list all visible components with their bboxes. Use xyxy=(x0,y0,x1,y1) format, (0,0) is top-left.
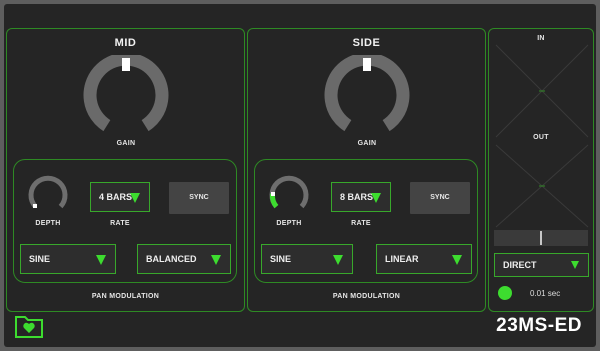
chevron-down-icon xyxy=(452,255,462,265)
mid-gain-label: GAIN xyxy=(116,140,136,147)
scope-panel: IN OUT DIRECT 0.01 sec xyxy=(488,28,594,312)
chevron-down-icon xyxy=(333,255,343,265)
side-depth-label: DEPTH xyxy=(276,220,302,227)
chevron-down-icon xyxy=(571,261,579,269)
mid-mode-value: BALANCED xyxy=(146,254,197,264)
side-mode-value: LINEAR xyxy=(385,254,419,264)
mid-sync-button[interactable]: SYNC xyxy=(169,182,229,214)
signal-led xyxy=(498,286,512,300)
side-rate-dropdown[interactable]: 8 BARS xyxy=(331,182,391,212)
time-readout: 0.01 sec xyxy=(530,289,561,298)
mid-rate-label: RATE xyxy=(110,220,130,227)
side-rate-label: RATE xyxy=(351,220,371,227)
mid-rate-dropdown[interactable]: 4 BARS xyxy=(90,182,150,212)
side-mode-dropdown[interactable]: LINEAR xyxy=(376,244,472,274)
mid-panel: MID GAIN DEPTH 4 BARS RATE SYNC SINE BAL… xyxy=(6,28,245,312)
side-depth-pointer xyxy=(271,192,275,196)
mid-section-label: PAN MODULATION xyxy=(91,293,160,300)
side-section-label: PAN MODULATION xyxy=(332,293,401,300)
side-depth-knob[interactable] xyxy=(267,172,311,216)
output-scope xyxy=(495,144,589,228)
mid-pan-modulation: DEPTH 4 BARS RATE SYNC SINE BALANCED xyxy=(13,159,237,283)
side-sync-button[interactable]: SYNC xyxy=(410,182,470,214)
side-pan-modulation: DEPTH 8 BARS RATE SYNC SINE LINEAR xyxy=(254,159,478,283)
mid-gain-pointer xyxy=(122,58,130,71)
balance-meter xyxy=(494,230,588,246)
side-gain-label: GAIN xyxy=(357,140,377,147)
side-rate-value: 8 BARS xyxy=(340,192,374,202)
side-shape-value: SINE xyxy=(270,254,292,264)
mid-depth-knob[interactable] xyxy=(26,172,70,216)
balance-meter-marker xyxy=(540,231,542,245)
side-panel: SIDE GAIN DEPTH 8 BARS RATE SYNC SINE LI… xyxy=(247,28,486,312)
mid-mode-dropdown[interactable]: BALANCED xyxy=(137,244,231,274)
mid-depth-label: DEPTH xyxy=(35,220,61,227)
mid-gain-knob[interactable] xyxy=(81,55,171,145)
mid-shape-value: SINE xyxy=(29,254,51,264)
input-scope xyxy=(495,44,589,138)
brand-logo: 23MS-ED xyxy=(496,315,582,336)
folder-heart-icon[interactable] xyxy=(14,313,44,339)
mid-depth-track xyxy=(28,175,68,209)
plugin-window: MID GAIN DEPTH 4 BARS RATE SYNC SINE BAL… xyxy=(4,4,596,347)
side-title: SIDE xyxy=(352,37,381,49)
chevron-down-icon xyxy=(371,193,381,203)
chevron-down-icon xyxy=(96,255,106,265)
mid-title: MID xyxy=(114,37,137,49)
side-depth-track xyxy=(269,175,309,209)
mid-shape-dropdown[interactable]: SINE xyxy=(20,244,116,274)
scope-mode-value: DIRECT xyxy=(503,260,537,270)
side-shape-dropdown[interactable]: SINE xyxy=(261,244,353,274)
chevron-down-icon xyxy=(211,255,221,265)
mid-rate-value: 4 BARS xyxy=(99,192,133,202)
scope-out-label: OUT xyxy=(533,134,549,141)
scope-mode-dropdown[interactable]: DIRECT xyxy=(494,253,589,277)
mid-depth-pointer xyxy=(33,204,37,208)
side-gain-pointer xyxy=(363,58,371,71)
side-gain-knob[interactable] xyxy=(322,55,412,145)
chevron-down-icon xyxy=(130,193,140,203)
